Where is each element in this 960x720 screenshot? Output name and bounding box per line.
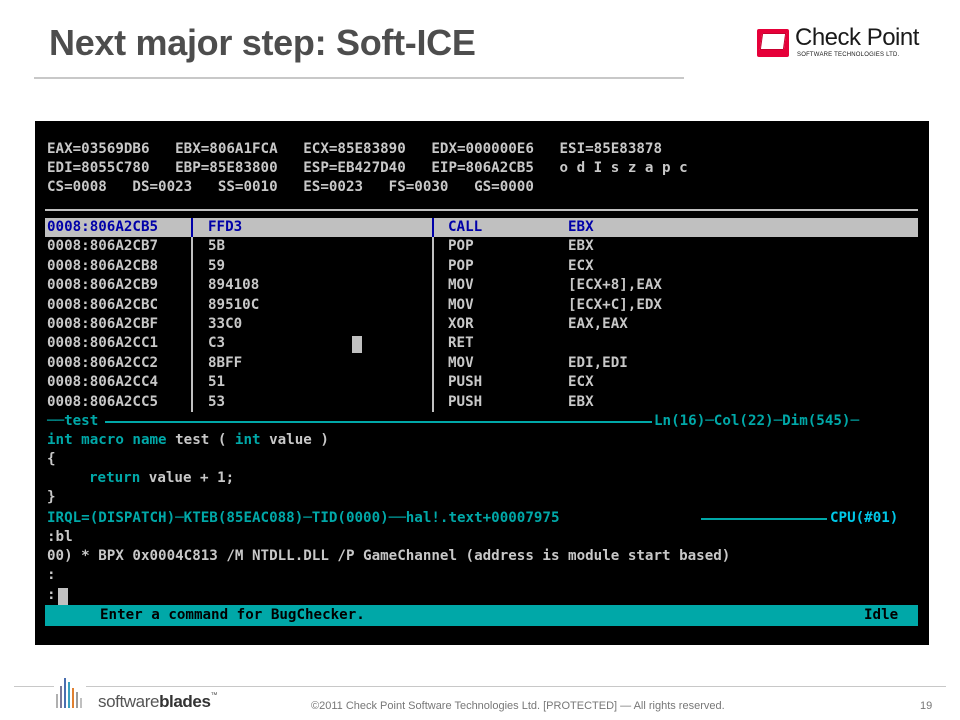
- command-line: :bl: [47, 529, 73, 545]
- status-message: Enter a command for BugChecker.: [100, 607, 365, 623]
- softwareblades-logo: softwareblades™: [98, 692, 218, 711]
- softice-screen: EAX=03569DB6 EBX=806A1FCA ECX=85E83890 E…: [35, 121, 929, 645]
- code-mnemonic: RET: [448, 335, 474, 352]
- code-mnemonic: MOV: [448, 354, 474, 371]
- code-bytes: C3: [208, 335, 226, 352]
- code-address: 0008:806A2CB9: [47, 277, 159, 294]
- macro-cursor-position: Ln(16)─Col(22)─Dim(545)─: [654, 413, 859, 429]
- code-mnemonic: PUSH: [448, 393, 483, 410]
- code-bytes: 894108: [208, 277, 260, 294]
- macro-header-line: [105, 421, 652, 423]
- code-separator: [191, 218, 193, 237]
- logo-wordmark: Check Point: [795, 24, 919, 51]
- macro-signature: int macro name test ( int value ): [47, 432, 329, 448]
- logo-tagline: SOFTWARE TECHNOLOGIES LTD.: [797, 52, 900, 58]
- cpu-indicator: CPU(#01): [830, 510, 899, 526]
- code-operand: [ECX+C],EDX: [568, 296, 662, 313]
- code-address: 0008:806A2CBF: [47, 316, 159, 332]
- page-title: Next major step: Soft-ICE: [49, 22, 476, 63]
- code-bytes: 51: [208, 374, 226, 391]
- code-mnemonic: XOR: [448, 316, 474, 332]
- prompt-cursor: [58, 588, 68, 605]
- code-separator: [432, 237, 434, 412]
- code-separator: [191, 237, 193, 412]
- code-address: 0008:806A2CC1: [47, 335, 159, 352]
- code-bytes: FFD3: [208, 219, 243, 235]
- command-line: :: [47, 567, 56, 583]
- code-bytes: 59: [208, 257, 226, 274]
- code-operand: EBX: [568, 238, 594, 255]
- code-operand: ECX: [568, 374, 594, 391]
- code-bytes: 8BFF: [208, 354, 243, 371]
- footer-divider: [14, 686, 54, 687]
- macro-return-line: return value + 1;: [89, 470, 235, 486]
- irql-status-line: IRQL=(DISPATCH)─KTEB(85EAC088)─TID(0000)…: [47, 510, 560, 526]
- code-operand: EBX: [568, 393, 594, 410]
- code-mnemonic: POP: [448, 257, 474, 274]
- code-bytes: 53: [208, 393, 226, 410]
- macro-window-title: ──test: [47, 413, 99, 429]
- register-line-1: EAX=03569DB6 EBX=806A1FCA ECX=85E83890 E…: [47, 141, 662, 157]
- copyright-notice: ©2011 Check Point Software Technologies …: [311, 700, 725, 712]
- check-point-logo: Check Point SOFTWARE TECHNOLOGIES LTD.: [757, 24, 937, 60]
- code-address: 0008:806A2CB7: [47, 238, 159, 255]
- command-prompt[interactable]: :: [47, 586, 56, 605]
- status-bar: Enter a command for BugChecker. Idle: [45, 605, 918, 626]
- code-address: 0008:806A2CC2: [47, 354, 159, 371]
- title-divider: [34, 77, 684, 79]
- code-address: 0008:806A2CC5: [47, 393, 159, 410]
- register-line-2: EDI=8055C780 EBP=85E83800 ESP=EB427D40 E…: [47, 160, 688, 176]
- code-mnemonic: POP: [448, 238, 474, 255]
- check-point-badge-icon: [757, 29, 789, 57]
- softwareblades-bars-icon: [54, 676, 84, 708]
- code-mnemonic: MOV: [448, 277, 474, 294]
- code-bytes: 89510C: [208, 296, 260, 313]
- code-bytes: 5B: [208, 238, 226, 255]
- code-address: 0008:806A2CB5: [47, 219, 159, 235]
- code-operand: [ECX+8],EAX: [568, 277, 662, 294]
- text-cursor: [352, 336, 362, 353]
- code-address: 0008:806A2CC4: [47, 374, 159, 391]
- register-divider: [45, 209, 918, 211]
- code-mnemonic: PUSH: [448, 374, 483, 391]
- code-operand: EAX,EAX: [568, 316, 628, 332]
- code-operand: EBX: [568, 219, 594, 235]
- status-state: Idle: [864, 607, 899, 623]
- footer-divider: [86, 686, 946, 687]
- code-separator: [432, 218, 434, 237]
- code-operand: EDI,EDI: [568, 354, 628, 371]
- breakpoint-list-entry: 00) * BPX 0x0004C813 /M NTDLL.DLL /P Gam…: [47, 548, 731, 564]
- code-bytes: 33C0: [208, 316, 243, 332]
- macro-open-brace: {: [47, 451, 56, 467]
- irql-line: [701, 518, 827, 520]
- code-mnemonic: CALL: [448, 219, 483, 235]
- code-address: 0008:806A2CB8: [47, 257, 159, 274]
- macro-close-brace: }: [47, 489, 56, 505]
- code-address: 0008:806A2CBC: [47, 296, 159, 313]
- code-operand: ECX: [568, 257, 594, 274]
- page-number: 19: [920, 700, 933, 712]
- register-line-3: CS=0008 DS=0023 SS=0010 ES=0023 FS=0030 …: [47, 179, 534, 195]
- code-mnemonic: MOV: [448, 296, 474, 313]
